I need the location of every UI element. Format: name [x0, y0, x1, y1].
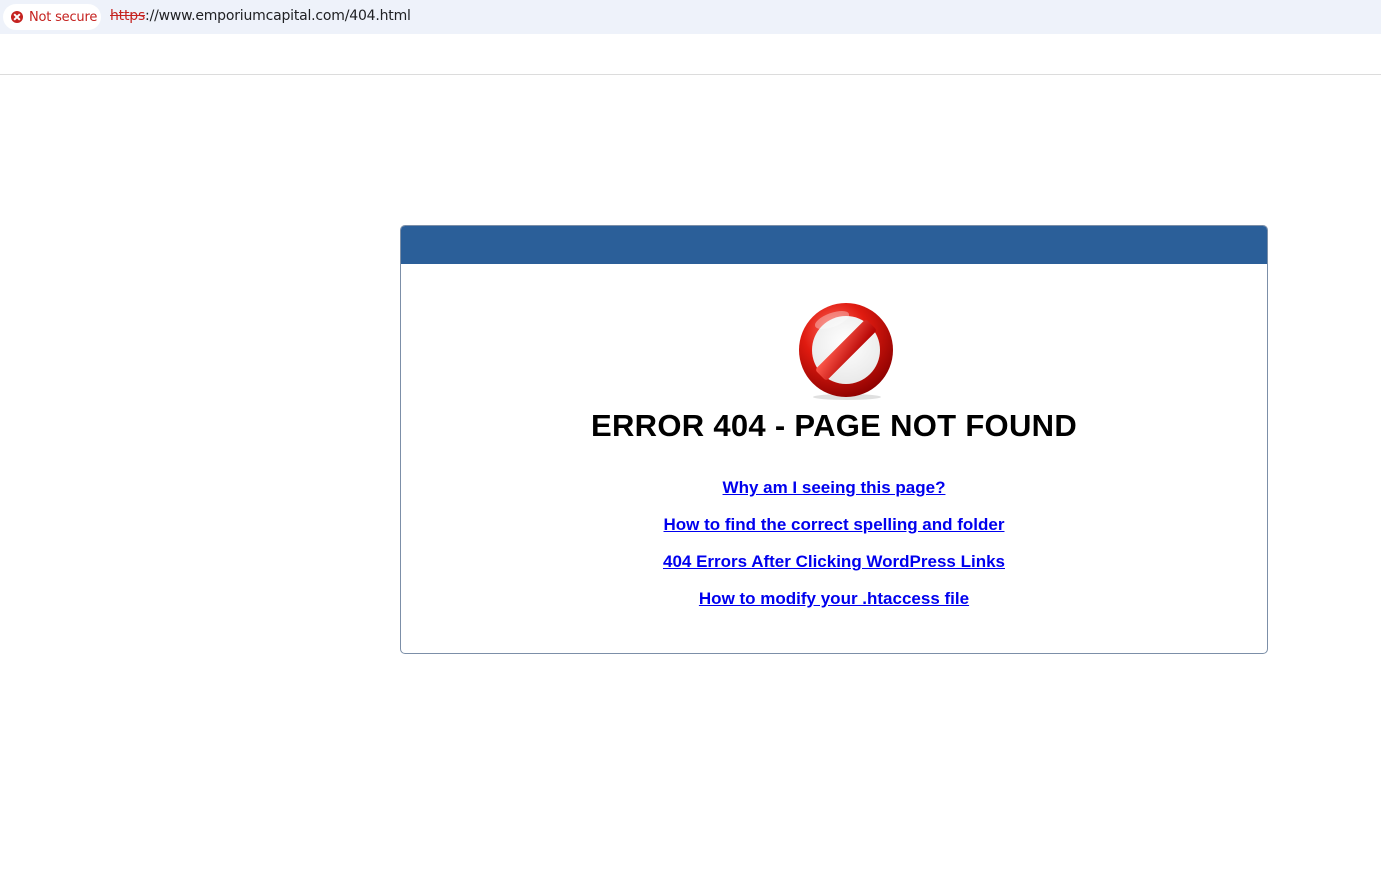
panel-header-bar [401, 226, 1267, 264]
url-field[interactable]: https://www.emporiumcapital.com/404.html [110, 8, 411, 24]
stop-sign-icon [799, 303, 893, 400]
security-label: Not secure [29, 9, 98, 25]
help-links: Why am I seeing this page? How to find t… [401, 476, 1267, 624]
link-modify-htaccess[interactable]: How to modify your .htaccess file [401, 587, 1267, 624]
url-path: ://www.emporiumcapital.com/404.html [145, 8, 411, 24]
error-panel: ERROR 404 - PAGE NOT FOUND Why am I seei… [400, 225, 1268, 654]
page-title: ERROR 404 - PAGE NOT FOUND [590, 408, 1078, 443]
link-wordpress-404[interactable]: 404 Errors After Clicking WordPress Link… [401, 550, 1267, 587]
address-bar[interactable]: Not secure https://www.emporiumcapital.c… [0, 0, 1381, 34]
toolbar-divider [0, 74, 1381, 75]
not-secure-warning-icon [11, 11, 23, 23]
link-why-seeing-page[interactable]: Why am I seeing this page? [401, 476, 1267, 513]
link-correct-spelling[interactable]: How to find the correct spelling and fol… [401, 513, 1267, 550]
url-scheme: https [110, 8, 146, 24]
security-chip[interactable]: Not secure [3, 4, 101, 30]
